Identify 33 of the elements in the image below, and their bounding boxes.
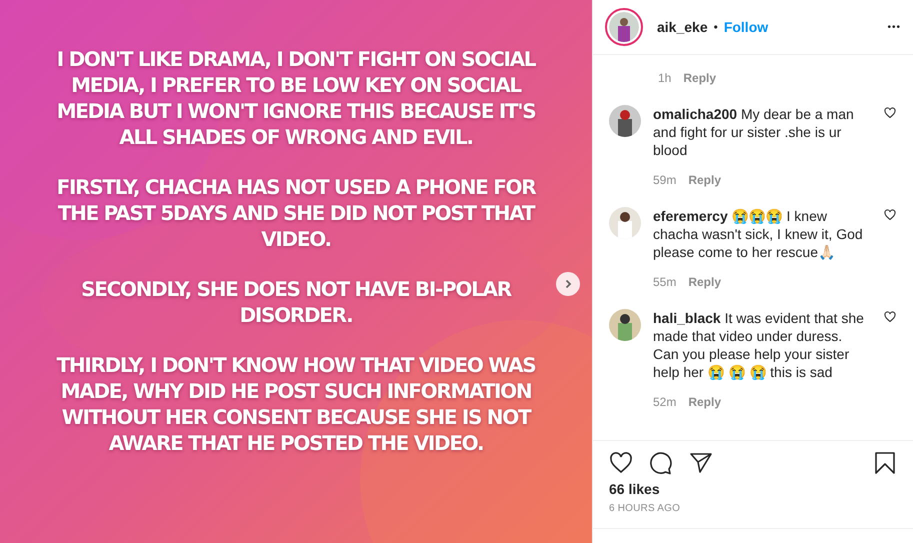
comment-text: eferemercy 😭😭😭 I knew chacha wasn't sick, I knew it, God please come to her rescue🙏🏻 — [653, 207, 864, 261]
reply-button[interactable]: Reply — [688, 173, 722, 187]
heart-icon[interactable] — [609, 451, 633, 475]
post-text: I DON'T LIKE DRAMA, I DON'T FIGHT ON SOCIAL MEDIA, I PREFER TO BE LOW KEY ON SOCIAL MEDIA BUT I WON'T IGNORE THIS BECAUSE IT'S ALL SHADES OF WRONG AND EVIL. — [56, 46, 537, 150]
like-button[interactable] — [883, 107, 897, 121]
comment-text: hali_black It was evident that she made that video under duress. Can you please help your sister help her 😭 😭 😭 this is sad — [653, 309, 865, 381]
post-text: THIRDLY, I DON'T KNOW HOW THAT VIDEO WAS MADE, WHY DID HE POST SUCH INFORMATION WITHOUT HER CONSENT BECAUSE SHE IS NOT AWARE THAT HE POSTED THE VIDEO. — [56, 352, 536, 456]
separator: • — [714, 20, 718, 34]
reply-button[interactable]: Reply — [683, 71, 716, 85]
comment-icon[interactable] — [649, 451, 673, 475]
like-count[interactable]: 66 likes — [609, 481, 897, 497]
like-button[interactable] — [883, 209, 897, 223]
more-button[interactable]: ••• — [887, 22, 901, 32]
like-button[interactable] — [883, 311, 897, 325]
send-icon[interactable] — [689, 451, 713, 475]
avatar[interactable] — [609, 105, 641, 137]
reply-button[interactable]: Reply — [688, 275, 722, 289]
username[interactable]: aik_eke — [657, 19, 708, 35]
comment-time: 1h — [658, 71, 672, 85]
avatar[interactable] — [609, 207, 641, 239]
comment-text: omalicha200 My dear be a man and fight for ur sister .she is ur blood — [653, 105, 855, 159]
follow-link[interactable]: Follow — [724, 19, 768, 35]
post-text: FIRSTLY, CHACHA HAS NOT USED A PHONE FOR THE PAST 5DAYS AND SHE DID NOT POST THAT VIDEO. — [56, 174, 537, 252]
bookmark-icon[interactable] — [873, 451, 897, 475]
chevron-right-icon — [563, 279, 573, 289]
post-text: SECONDLY, SHE DOES NOT HAVE BI-POLAR DISORDER. — [80, 276, 512, 328]
comment-time: 55m — [653, 275, 676, 289]
post-time: 6 HOURS AGO — [609, 503, 682, 514]
avatar[interactable] — [605, 8, 643, 46]
reply-button[interactable]: Reply — [688, 395, 722, 409]
avatar[interactable] — [609, 309, 641, 341]
comment-time: 59m — [653, 173, 676, 187]
comment-time: 52m — [653, 395, 676, 409]
